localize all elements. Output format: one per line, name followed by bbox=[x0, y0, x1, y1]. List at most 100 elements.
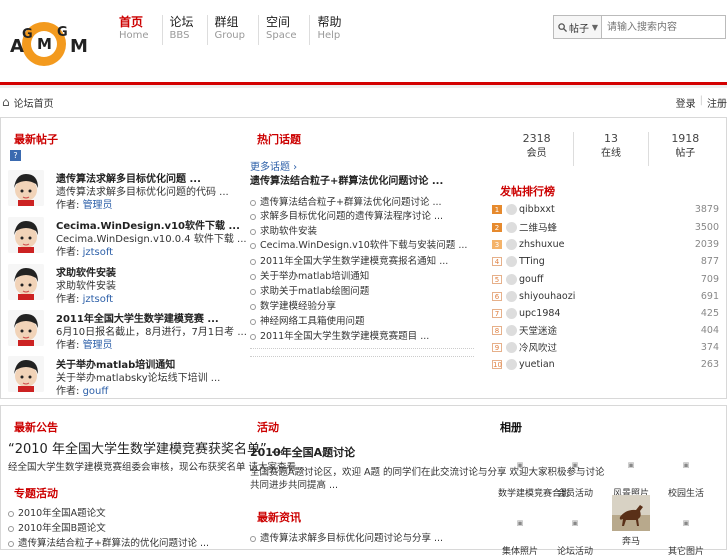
nav-home[interactable]: 首页 Home bbox=[112, 15, 162, 45]
rank-user[interactable]: TTing bbox=[519, 256, 545, 267]
rank-row: 9 冷风吹过 374 bbox=[492, 339, 719, 355]
rank-count: 374 bbox=[700, 341, 719, 353]
stat-label: 帖子 bbox=[675, 148, 696, 159]
nav-group[interactable]: 群组 Group bbox=[206, 15, 258, 45]
nav-sublabel: Home bbox=[119, 30, 149, 41]
login-link[interactable]: 登录 bbox=[676, 95, 696, 110]
album-caption: 奔马 bbox=[621, 537, 640, 547]
section-title-latest-posts: 最新帖子 bbox=[14, 133, 58, 146]
topic-link[interactable]: 求解多目标优化问题的遗传算法程序讨论 ... bbox=[250, 208, 443, 222]
rank-user[interactable]: qibbxxt bbox=[519, 204, 555, 215]
nav-label: 首页 bbox=[119, 15, 144, 29]
forum-stats: 2318 会员 13 在线 1918 帖子 bbox=[500, 132, 722, 166]
rank-count: 2039 bbox=[694, 238, 719, 250]
stat-posts: 1918 帖子 bbox=[647, 132, 722, 166]
image-placeholder-icon: ▣ bbox=[682, 461, 690, 469]
rank-number: 5 bbox=[492, 274, 502, 284]
avatar[interactable] bbox=[8, 356, 44, 392]
rank-count: 263 bbox=[700, 358, 719, 370]
rank-number: 3 bbox=[492, 239, 502, 249]
site-logo[interactable]: A G M G M bbox=[8, 16, 92, 68]
announce-link[interactable]: 2010年全国A题论文 bbox=[8, 505, 106, 519]
svg-text:M: M bbox=[70, 36, 88, 57]
rank-row: 1 qibbxxt 3879 bbox=[492, 201, 719, 217]
announce-headline[interactable]: “2010 年全国大学生数学建模竞赛获奖名单” ... bbox=[8, 438, 283, 457]
author-link[interactable]: gouff bbox=[83, 386, 109, 397]
topic-link[interactable]: 遗传算法结合粒子+群算法优化问题讨论 ... bbox=[250, 194, 442, 208]
image-placeholder-icon: ▣ bbox=[516, 461, 524, 469]
more-topics-link[interactable]: 更多话题 › bbox=[250, 158, 297, 173]
album-item[interactable]: ▣ 集体照片 bbox=[498, 505, 542, 557]
rank-user[interactable]: 天堂迷途 bbox=[519, 323, 557, 337]
album-item[interactable]: 奔马 bbox=[609, 495, 653, 547]
album-caption: 其它图片 bbox=[667, 547, 704, 557]
rank-row: 4 TTing 877 bbox=[492, 253, 719, 269]
help-icon[interactable]: ? bbox=[10, 150, 21, 161]
avatar[interactable] bbox=[8, 170, 44, 206]
topic-link[interactable]: 2011年全国大学生数学建模竞赛题目 ... bbox=[250, 328, 429, 342]
rank-user[interactable]: shiyouhaozi bbox=[519, 291, 575, 302]
rank-number: 4 bbox=[492, 256, 502, 266]
avatar[interactable] bbox=[8, 217, 44, 253]
rank-count: 691 bbox=[700, 290, 719, 302]
author-link[interactable]: jztsoft bbox=[83, 294, 114, 305]
topic-link[interactable]: 求助关于matlab绘图问题 bbox=[250, 283, 369, 297]
album-caption: 集体照片 bbox=[501, 547, 538, 557]
stat-label: 在线 bbox=[600, 148, 621, 159]
nav-sublabel: Help bbox=[317, 30, 341, 41]
nav-sublabel: Group bbox=[214, 30, 245, 41]
user-avatar-icon bbox=[506, 341, 517, 353]
topic-link[interactable]: 神经网络工具箱使用问题 bbox=[250, 313, 365, 327]
topic-link[interactable]: 关于举办matlab培训通知 bbox=[250, 268, 369, 282]
search-type-label: 帖子 bbox=[569, 23, 589, 35]
announce-link[interactable]: 2010年全国B题论文 bbox=[8, 520, 106, 534]
album-item[interactable]: ▣ 风景照片 bbox=[609, 447, 653, 499]
rank-number: 9 bbox=[492, 342, 502, 352]
register-link[interactable]: 注册 bbox=[707, 95, 727, 110]
album-item[interactable]: ▣ 会员活动 bbox=[553, 447, 597, 499]
topic-headline[interactable]: 遗传算法结合粒子+群算法优化问题讨论 ... bbox=[250, 172, 443, 187]
rank-row: 10 yuetian 263 bbox=[492, 356, 719, 372]
post-author: 作者: jztsoft bbox=[56, 290, 113, 305]
topic-link[interactable]: 求助软件安装 bbox=[250, 223, 317, 237]
author-link[interactable]: jztsoft bbox=[83, 247, 114, 258]
rank-count: 3879 bbox=[694, 203, 719, 215]
svg-text:G: G bbox=[22, 27, 33, 42]
search-input[interactable] bbox=[602, 15, 726, 39]
search-icon bbox=[558, 22, 567, 32]
avatar[interactable] bbox=[8, 264, 44, 300]
nav-sublabel: Space bbox=[266, 30, 297, 41]
author-link[interactable]: 管理员 bbox=[83, 200, 113, 211]
album-item[interactable]: ▣ 校园生活 bbox=[664, 447, 708, 499]
news-link[interactable]: 遗传算法求解多目标优化问题讨论与分享 ... bbox=[250, 530, 443, 544]
album-item[interactable]: ▣ 数学建模竞赛合影 bbox=[498, 447, 570, 499]
author-label: 作者: bbox=[56, 200, 80, 211]
topic-link[interactable]: 数学建模经验分享 bbox=[250, 298, 336, 312]
rank-user[interactable]: gouff bbox=[519, 274, 543, 285]
nav-label: 论坛 bbox=[169, 15, 194, 29]
topic-link[interactable]: 2011年全国大学生数学建模竞赛报名通知 ... bbox=[250, 253, 448, 267]
album-item[interactable]: ▣ 论坛活动 bbox=[553, 505, 597, 557]
album-caption: 校园生活 bbox=[667, 489, 704, 499]
album-item[interactable]: ▣ 其它图片 bbox=[664, 505, 708, 557]
home-icon[interactable]: ⌂ bbox=[2, 95, 10, 109]
rank-row: 7 upc1984 425 bbox=[492, 305, 719, 321]
nav-bbs[interactable]: 论坛 BBS bbox=[161, 15, 207, 45]
avatar[interactable] bbox=[8, 310, 44, 346]
header: A G M G M 首页 Home 论坛 BBS 群组 Group 空间 Space 帮… bbox=[0, 0, 727, 82]
notice-desc: 共同进步共同提高 ... bbox=[250, 480, 339, 491]
user-avatar-icon bbox=[506, 255, 517, 267]
rank-user[interactable]: zhshuxue bbox=[519, 239, 565, 250]
nav-space[interactable]: 空间 Space bbox=[258, 15, 309, 45]
topic-link[interactable]: Cecima.WinDesign.v10软件下载与安装问题 ... bbox=[250, 237, 467, 251]
rank-user[interactable]: yuetian bbox=[519, 359, 555, 370]
author-link[interactable]: 管理员 bbox=[83, 340, 113, 351]
notice-title[interactable]: 2010年全国A题讨论 bbox=[250, 444, 355, 460]
nav-help[interactable]: 帮助 Help bbox=[309, 15, 354, 45]
search-type-select[interactable]: 帖子 ▼ bbox=[553, 15, 602, 39]
rank-user[interactable]: upc1984 bbox=[519, 308, 560, 319]
rank-user[interactable]: 二维马蜂 bbox=[519, 220, 557, 234]
post-item: 2011年全国大学生数学建模竞赛 ... 6月10日报名截止，8月进行，7月1日… bbox=[8, 310, 247, 352]
rank-user[interactable]: 冷风吹过 bbox=[519, 340, 557, 354]
announce-link[interactable]: 遗传算法结合粒子+群算法的优化问题讨论 ... bbox=[8, 535, 209, 549]
